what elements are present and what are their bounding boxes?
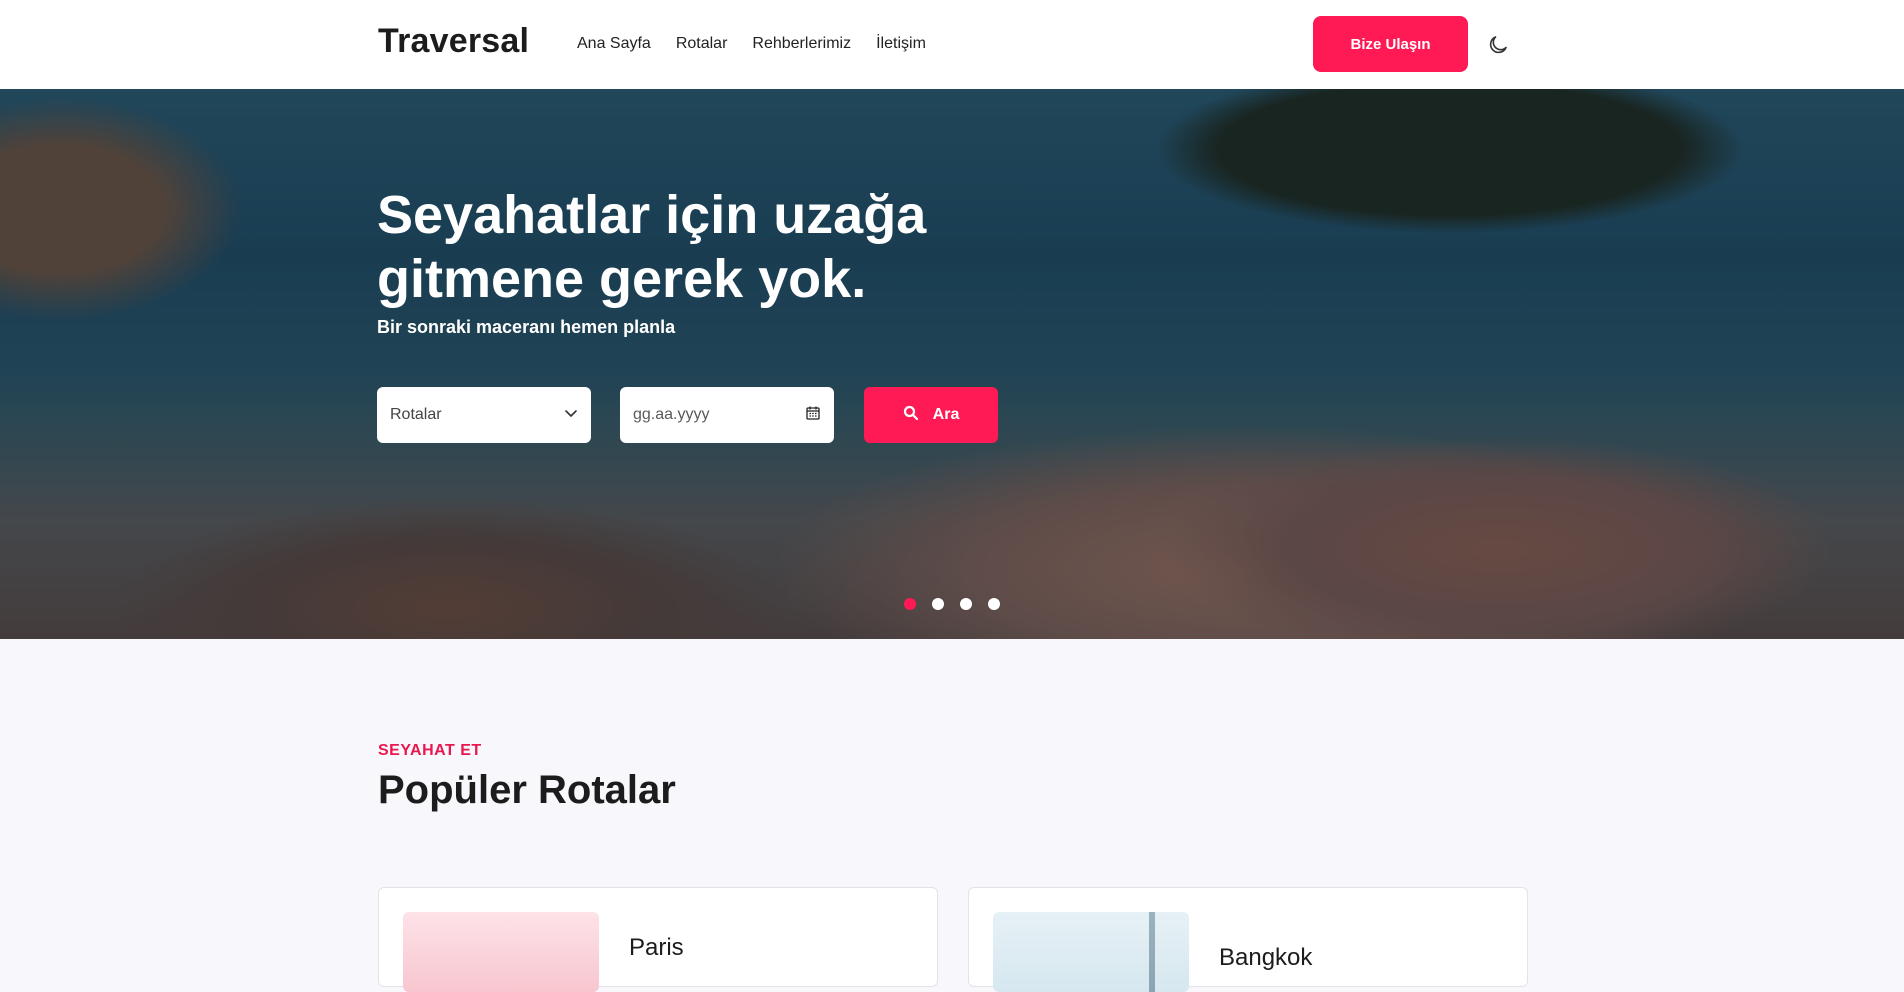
hero-subtitle: Bir sonraki maceranı hemen planla xyxy=(377,317,676,337)
date-input-placeholder: gg.aa.yyyy xyxy=(633,406,710,423)
route-card-image xyxy=(403,912,599,992)
nav-guides[interactable]: Rehberlerimiz xyxy=(752,35,851,53)
site-header: Traversal Ana Sayfa Rotalar Rehberlerimi… xyxy=(0,0,1904,89)
moon-icon[interactable] xyxy=(1486,33,1510,57)
carousel-indicators xyxy=(904,598,1000,610)
site-logo[interactable]: Traversal xyxy=(378,22,529,61)
carousel-dot-2[interactable] xyxy=(932,598,944,610)
hero-title: Seyahatlar için uzağa gitmene gerek yok. xyxy=(377,183,937,311)
contact-us-button[interactable]: Bize Ulaşın xyxy=(1313,16,1468,72)
chevron-down-icon xyxy=(564,406,578,425)
carousel-dot-4[interactable] xyxy=(988,598,1000,610)
skyscraper-image xyxy=(1149,912,1155,992)
carousel-dot-3[interactable] xyxy=(960,598,972,610)
search-button[interactable]: Ara xyxy=(864,387,998,443)
hero-banner: Seyahatlar için uzağa gitmene gerek yok.… xyxy=(0,89,1904,639)
calendar-icon[interactable] xyxy=(805,405,821,426)
search-icon xyxy=(903,405,919,426)
nav-contact[interactable]: İletişim xyxy=(876,35,926,53)
nav-routes[interactable]: Rotalar xyxy=(676,35,728,53)
route-select-value: Rotalar xyxy=(390,406,442,423)
carousel-dot-1[interactable] xyxy=(904,598,916,610)
hero-overlay xyxy=(0,89,1904,639)
main-nav: Ana Sayfa Rotalar Rehberlerimiz İletişim xyxy=(577,35,926,53)
route-card[interactable]: Paris xyxy=(378,887,938,992)
nav-home[interactable]: Ana Sayfa xyxy=(577,35,651,53)
hero-title-line-2: gitmene gerek yok. xyxy=(377,249,867,309)
route-card-image xyxy=(993,912,1189,992)
route-card-title[interactable]: Paris xyxy=(629,934,684,962)
section-eyebrow: SEYAHAT ET xyxy=(378,742,482,759)
route-card[interactable]: Bangkok xyxy=(968,887,1528,992)
date-input[interactable]: gg.aa.yyyy xyxy=(620,387,834,443)
route-card-title[interactable]: Bangkok xyxy=(1219,944,1312,972)
route-select[interactable]: Rotalar xyxy=(377,387,591,443)
section-title: Popüler Rotalar xyxy=(378,768,676,812)
hero-title-line-1: Seyahatlar için uzağa xyxy=(377,185,927,245)
search-button-label: Ara xyxy=(932,406,960,423)
